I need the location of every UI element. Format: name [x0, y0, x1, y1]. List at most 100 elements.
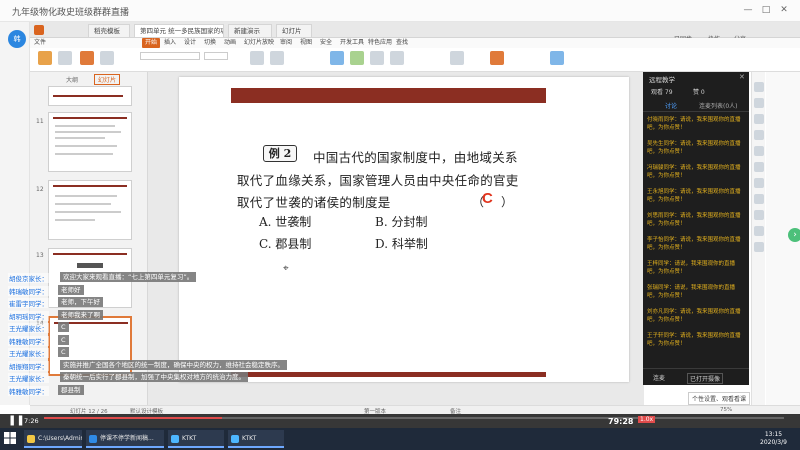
tool-icon[interactable] — [754, 178, 764, 188]
menu-review[interactable]: 审阅 — [280, 38, 292, 48]
live-chat-panel: 远程教学 ✕ 观看 79 赞 0 讨论 连麦列表(0人) 连麦 已打开摄像 付晓… — [643, 72, 749, 385]
align-icon[interactable] — [270, 51, 284, 65]
camera-button[interactable]: 已打开摄像 — [687, 373, 724, 384]
menu-home[interactable]: 开始 — [142, 38, 161, 48]
menu-devtools[interactable]: 开发工具 — [340, 38, 364, 48]
find-icon[interactable] — [550, 51, 564, 65]
tool-icon[interactable] — [754, 210, 764, 220]
menu-file[interactable]: 文件 — [34, 38, 46, 48]
slide-thumbnail[interactable] — [48, 112, 132, 172]
picture-icon[interactable] — [450, 51, 464, 65]
shapes-icon[interactable] — [350, 51, 364, 65]
option-a: A. 世袭制 — [259, 215, 312, 229]
comment-text: 实施并推广全国各个地区的统一制度，确保中央的权力，维持社会稳定秩序。 — [60, 359, 287, 370]
playback-speed[interactable]: 1.0x — [638, 416, 656, 423]
taskbar-button[interactable]: KTKT — [168, 430, 224, 448]
font-family-select[interactable] — [140, 52, 200, 60]
live-message: 吴先生同学：请说，我来围观你的直播吧，为你点赞！ — [647, 141, 741, 155]
live-message: 王永旭同学：请说，我来围观你的直播吧，为你点赞！ — [647, 189, 741, 203]
thumb-number: 13 — [36, 252, 44, 259]
ribbon-menu: 文件 开始 插入 设计 切换 动画 幻灯片放映 审阅 视图 安全 开发工具 特色… — [30, 38, 800, 48]
avatar[interactable]: 韩 — [8, 30, 26, 48]
replace-icon[interactable] — [390, 51, 404, 65]
font-size-select[interactable] — [204, 52, 228, 60]
tool-icon[interactable] — [754, 226, 764, 236]
tool-icon[interactable] — [754, 194, 764, 204]
slideshow-icon[interactable] — [490, 51, 504, 65]
minimize-icon[interactable]: — — [742, 4, 754, 16]
taskbar-button[interactable]: 停课不停学新闻稿... — [86, 430, 164, 448]
tool-icon[interactable] — [754, 114, 764, 124]
comment-text: 欢迎大家来观看直播：“七上第四单元复习”。 — [60, 272, 197, 282]
paste-icon[interactable] — [38, 51, 52, 65]
layout-icon[interactable] — [100, 51, 114, 65]
expand-icon[interactable]: › — [788, 228, 800, 242]
thumb-number: 12 — [36, 186, 44, 193]
menu-features[interactable]: 特色应用 — [368, 38, 392, 48]
paragraph-icon[interactable] — [250, 51, 264, 65]
tool-icon[interactable] — [754, 98, 764, 108]
question-line: 中国古代的国家制度中，由地域关系 — [313, 150, 518, 165]
tab-mic-list[interactable]: 连麦列表(0人) — [699, 101, 738, 110]
maximize-icon[interactable]: □ — [760, 4, 772, 16]
tool-icon[interactable] — [754, 162, 764, 172]
option-b: B. 分封制 — [375, 215, 428, 229]
comment-author: 韩雅敏同学： — [8, 385, 49, 396]
tab-templates[interactable]: 稻壳模板 — [88, 24, 130, 37]
tool-icon[interactable] — [754, 130, 764, 140]
comment-author: 韩瑞敏同学： — [8, 285, 49, 296]
tool-icon[interactable] — [754, 242, 764, 252]
live-message: 王子轩同学：请说，我来围观你的直播吧，为你点赞！ — [647, 333, 741, 347]
comment-author: 王光耀家长： — [8, 348, 49, 358]
taskbar-button[interactable]: KTKT — [228, 430, 284, 448]
zoom-level[interactable]: 75% — [720, 407, 732, 413]
live-message: 李子怡同学：请说，我来围观你的直播吧，为你点赞！ — [647, 237, 741, 251]
video-player-bar — [0, 414, 800, 428]
clock-time: 13:15 — [764, 431, 783, 438]
pause-icon[interactable]: ❚❚ — [8, 415, 25, 426]
menu-security[interactable]: 安全 — [320, 38, 332, 48]
progress-track[interactable] — [44, 417, 784, 419]
menu-view[interactable]: 视图 — [300, 38, 312, 48]
cut-icon[interactable] — [58, 51, 72, 65]
progress-fill — [44, 417, 222, 419]
close-icon[interactable]: ✕ — [778, 4, 790, 16]
menu-transition[interactable]: 切换 — [204, 38, 216, 48]
tab-discussion[interactable]: 讨论 — [665, 101, 677, 110]
tab-outline[interactable]: 大纲 — [66, 75, 78, 84]
comment-text: C — [58, 334, 69, 345]
wps-logo-icon — [34, 25, 44, 35]
slide-thumbnail[interactable] — [48, 86, 132, 106]
taskbar-button[interactable]: C:\Users\Adminis... — [24, 430, 82, 448]
like-count: 赞 0 — [693, 89, 705, 96]
tab-document[interactable]: 第四单元 统一多民族国家的巩固 — [134, 24, 224, 37]
panel-close-icon[interactable]: ✕ — [739, 73, 745, 81]
tab-new-presentation[interactable]: 新建演示 — [228, 24, 272, 37]
windows-start-icon[interactable] — [4, 432, 16, 444]
current-slide[interactable]: 例 2 中国古代的国家制度中，由地域关系 取代了血缘关系，国家管理人员由中央任命… — [179, 77, 629, 382]
ribbon-toolbar — [30, 48, 800, 72]
tool-icon[interactable] — [754, 82, 764, 92]
menu-find[interactable]: 查找 — [396, 38, 408, 48]
mic-button[interactable]: 连麦 — [653, 373, 665, 382]
option-c: C. 郡县制 — [259, 237, 312, 251]
app-icon — [27, 435, 35, 443]
tab-slides[interactable]: 幻灯片 — [276, 24, 312, 37]
menu-insert[interactable]: 插入 — [164, 38, 176, 48]
new-slide-icon[interactable] — [80, 51, 94, 65]
tool-icon[interactable] — [754, 146, 764, 156]
comment-text: 老师好 — [58, 284, 84, 295]
tab-slides-list[interactable]: 幻灯片 — [94, 74, 121, 85]
textbox-icon[interactable] — [330, 51, 344, 65]
question-line: 取代了血缘关系，国家管理人员由中央任命的官吏 — [237, 173, 519, 188]
menu-slideshow[interactable]: 幻灯片放映 — [244, 38, 274, 48]
menu-design[interactable]: 设计 — [184, 38, 196, 48]
live-message: 冯瑞骏同学：请说，我来围观你的直播吧，为你点赞！ — [647, 165, 741, 179]
menu-animation[interactable]: 动画 — [224, 38, 236, 48]
arrange-icon[interactable] — [370, 51, 384, 65]
slide-thumbnail[interactable] — [48, 180, 132, 240]
taskbar-label: KTKT — [182, 435, 197, 442]
slide-header-bar — [231, 88, 546, 103]
settings-button[interactable]: 个性设置、观看看课 — [688, 392, 751, 405]
example-label: 例 2 — [263, 145, 297, 162]
